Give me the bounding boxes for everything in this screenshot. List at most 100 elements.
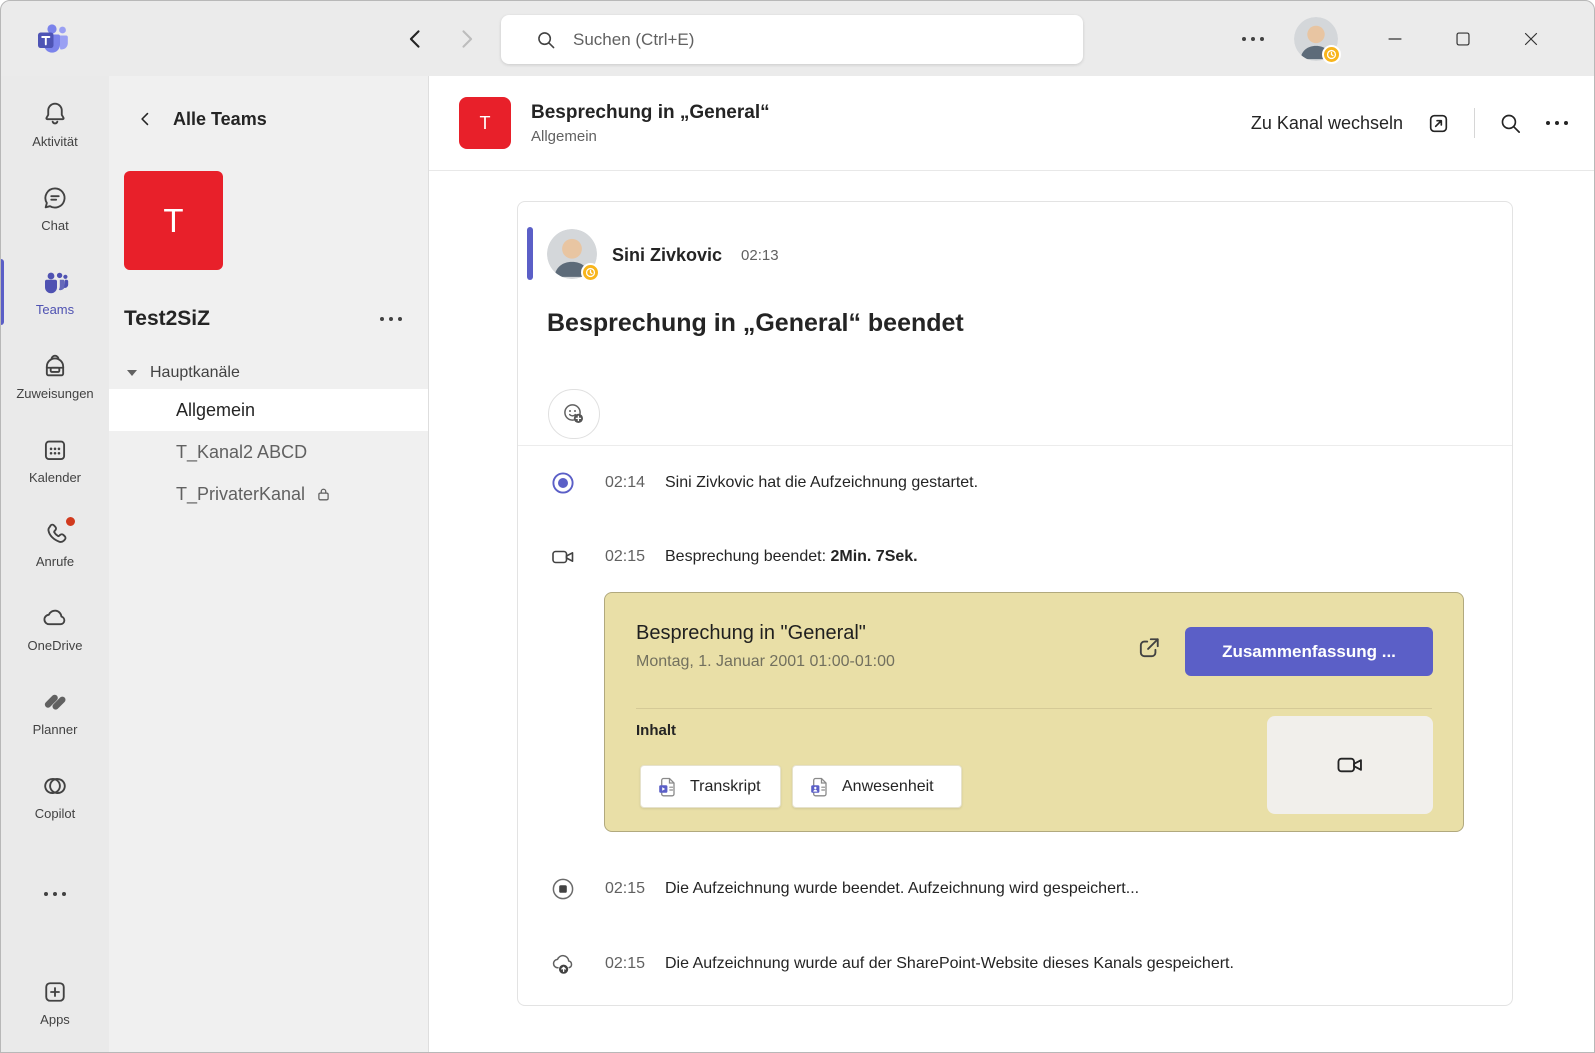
message-author[interactable]: Sini Zivkovic	[612, 245, 722, 266]
search-input[interactable]	[573, 30, 1013, 50]
all-teams-back[interactable]: Alle Teams	[109, 76, 428, 132]
cloud-upload-icon	[550, 951, 576, 977]
rail-more-button[interactable]	[1, 874, 109, 914]
teams-window: Aktivität Chat Teams Zuweisungen Kalende…	[0, 0, 1595, 1053]
channel-label: T_PrivaterKanal	[176, 484, 305, 505]
planner-icon	[41, 688, 69, 716]
minimize-icon	[1384, 28, 1406, 50]
titlebar-more-button[interactable]	[1233, 27, 1273, 51]
rail-item-calls[interactable]: Anrufe	[1, 502, 109, 586]
camera-icon	[1335, 750, 1365, 780]
rail-item-planner[interactable]: Planner	[1, 670, 109, 754]
message-divider	[518, 445, 1512, 446]
rail-label: Aktivität	[32, 134, 78, 149]
away-status-icon	[1322, 45, 1341, 64]
bell-icon	[41, 100, 69, 128]
channel-more-button[interactable]	[1546, 121, 1568, 125]
close-button[interactable]	[1508, 16, 1554, 62]
event-recording-saved: 02:15 Die Aufzeichnung wurde auf der Sha…	[550, 946, 1482, 982]
maximize-icon	[1452, 28, 1474, 50]
more-icon	[380, 317, 402, 321]
open-in-window-icon[interactable]	[1426, 111, 1451, 136]
copilot-icon	[41, 772, 69, 800]
rail-item-teams[interactable]: Teams	[1, 250, 109, 334]
teams-logo-icon	[34, 18, 76, 60]
event-text: Die Aufzeichnung wurde auf der SharePoin…	[665, 955, 1234, 973]
event-text: Die Aufzeichnung wurde beendet. Aufzeich…	[665, 880, 1139, 898]
transcript-button[interactable]: Transkript	[640, 765, 781, 808]
meeting-accent-bar	[527, 227, 533, 280]
team-more-button[interactable]	[380, 317, 402, 321]
chevron-left-icon	[401, 25, 429, 53]
camera-icon	[550, 544, 576, 570]
close-icon	[1520, 28, 1542, 50]
summary-button[interactable]: Zusammenfassung ...	[1185, 627, 1433, 676]
channel-kanal2[interactable]: T_Kanal2 ABCD	[109, 431, 428, 473]
switch-channel-button[interactable]: Zu Kanal wechseln	[1251, 113, 1403, 134]
rail-item-apps[interactable]: Apps	[1, 960, 109, 1044]
message-list: Sini Zivkovic 02:13 Besprechung in „Gene…	[429, 171, 1594, 1052]
rail-label: Zuweisungen	[16, 386, 93, 401]
channel-team-icon: T	[459, 97, 511, 149]
content-label: Inhalt	[636, 722, 676, 739]
teams-sidebar: Alle Teams T Test2SiZ Hauptkanäle Allgem…	[109, 76, 429, 1052]
rail-item-chat[interactable]: Chat	[1, 166, 109, 250]
share-button[interactable]	[1135, 634, 1165, 664]
rail-item-assignments[interactable]: Zuweisungen	[1, 334, 109, 418]
transcript-doc-icon	[656, 775, 680, 799]
search-box[interactable]	[501, 15, 1083, 64]
add-reaction-button[interactable]	[548, 389, 600, 439]
recap-title: Besprechung in "General"	[636, 622, 866, 645]
channel-allgemein[interactable]: Allgemein	[109, 389, 428, 431]
rail-label: OneDrive	[28, 638, 83, 653]
rail-item-activity[interactable]: Aktivität	[1, 82, 109, 166]
chat-icon	[41, 184, 69, 212]
section-label: Hauptkanäle	[150, 364, 240, 382]
team-logo[interactable]: T	[124, 171, 223, 270]
share-icon	[1135, 634, 1163, 662]
attendance-button[interactable]: Anwesenheit	[792, 765, 962, 808]
transcript-label: Transkript	[690, 778, 761, 796]
emoji-add-icon	[561, 401, 587, 427]
meeting-duration: 2Min. 7Sek.	[830, 548, 917, 565]
meeting-message-card: Sini Zivkovic 02:13 Besprechung in „Gene…	[517, 201, 1513, 1006]
more-icon	[1242, 37, 1264, 41]
back-button[interactable]	[401, 25, 429, 53]
app-rail: Aktivität Chat Teams Zuweisungen Kalende…	[1, 76, 109, 1052]
channel-privater-kanal[interactable]: T_PrivaterKanal	[109, 473, 428, 515]
rail-item-onedrive[interactable]: OneDrive	[1, 586, 109, 670]
rail-label: Kalender	[29, 470, 81, 485]
caret-down-icon	[127, 370, 137, 376]
page-title: Besprechung in „General“	[531, 102, 770, 124]
more-icon	[44, 892, 66, 896]
meeting-recap-card: Besprechung in "General" Montag, 1. Janu…	[604, 592, 1464, 832]
rail-item-copilot[interactable]: Copilot	[1, 754, 109, 838]
page-subtitle: Allgemein	[531, 128, 770, 145]
team-name: Test2SiZ	[124, 307, 210, 331]
rail-label: Chat	[41, 218, 68, 233]
rail-label: Anrufe	[36, 554, 74, 569]
team-initial: T	[480, 113, 491, 134]
maximize-button[interactable]	[1440, 16, 1486, 62]
channel-label: T_Kanal2 ABCD	[176, 442, 307, 463]
forward-button[interactable]	[453, 25, 481, 53]
header-divider	[1474, 108, 1475, 138]
away-status-icon	[581, 263, 600, 282]
lock-icon	[315, 486, 332, 503]
profile-avatar[interactable]	[1294, 17, 1338, 61]
record-icon	[550, 470, 576, 496]
event-recording-started: 02:14 Sini Zivkovic hat die Aufzeichnung…	[550, 465, 1482, 501]
channel-label: Allgemein	[176, 400, 255, 421]
search-icon[interactable]	[1498, 111, 1523, 136]
minimize-button[interactable]	[1372, 16, 1418, 62]
rail-item-calendar[interactable]: Kalender	[1, 418, 109, 502]
attendance-label: Anwesenheit	[842, 778, 934, 796]
channel-section-header[interactable]: Hauptkanäle	[127, 362, 428, 384]
attendance-doc-icon	[808, 775, 832, 799]
event-text: Sini Zivkovic hat die Aufzeichnung gesta…	[665, 474, 978, 492]
author-avatar	[547, 229, 597, 279]
cloud-icon	[41, 604, 69, 632]
recording-thumbnail[interactable]	[1267, 716, 1433, 814]
recap-datetime: Montag, 1. Januar 2001 01:00-01:00	[636, 653, 895, 671]
more-icon	[1546, 121, 1568, 125]
